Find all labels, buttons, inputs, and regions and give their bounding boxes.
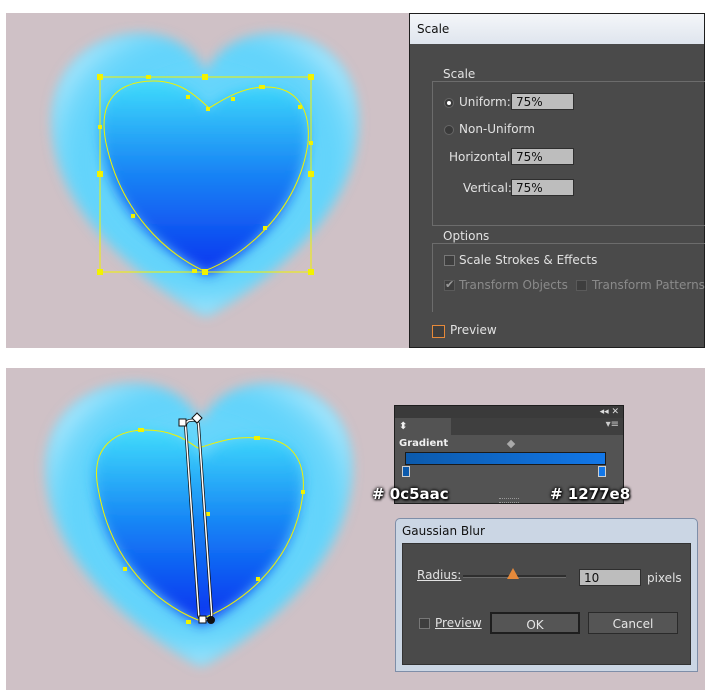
- gaussian-blur-body: Radius: 10 pixels Preview OK Cancel: [402, 543, 691, 665]
- scale-dialog: Scale Scale Uniform: 75% Non-Uniform Hor…: [409, 13, 705, 348]
- uniform-radio[interactable]: [444, 98, 454, 108]
- end-color-label: # 1277e8: [550, 485, 631, 503]
- scale-group-label: Scale: [439, 67, 480, 81]
- panel-tabbar: ▾≡: [451, 418, 623, 435]
- radius-slider-thumb[interactable]: [507, 568, 519, 579]
- transform-patterns-label: Transform Patterns: [592, 278, 705, 292]
- gaussian-blur-title: Gaussian Blur: [402, 524, 485, 538]
- ok-button[interactable]: OK: [490, 612, 580, 634]
- vertical-label: Vertical:: [463, 181, 512, 195]
- scale-strokes-label: Scale Strokes & Effects: [459, 253, 598, 267]
- options-group-label: Options: [439, 229, 494, 243]
- radius-unit: pixels: [647, 571, 682, 585]
- tab-gradient[interactable]: ⬍ Gradient: [395, 418, 456, 449]
- gradient-midpoint-diamond[interactable]: [506, 439, 516, 449]
- gaussian-blur-dialog: Gaussian Blur Radius: 10 pixels Preview …: [395, 518, 698, 672]
- gradient-tab-label: Gradient: [399, 438, 449, 449]
- panel-resize-grip[interactable]: [499, 498, 519, 503]
- gradient-slider-bar[interactable]: [405, 452, 606, 465]
- gradient-end-square: [198, 615, 207, 624]
- uniform-input[interactable]: 75%: [511, 93, 574, 110]
- non-uniform-label: Non-Uniform: [459, 122, 535, 136]
- preview-checkbox[interactable]: [432, 325, 445, 338]
- panel-controls[interactable]: ◂◂ ✕: [395, 406, 623, 418]
- radius-label: Radius:: [417, 568, 462, 582]
- blur-preview-label: Preview: [435, 616, 482, 630]
- uniform-label: Uniform:: [459, 95, 511, 109]
- transform-patterns-checkbox[interactable]: [576, 280, 587, 291]
- vertical-input[interactable]: 75%: [511, 179, 574, 196]
- panel-menu-icon[interactable]: ▾≡: [606, 419, 619, 430]
- non-uniform-radio[interactable]: [444, 125, 454, 135]
- radius-input[interactable]: 10: [579, 569, 641, 586]
- horizontal-label: Horizontal:: [449, 150, 515, 164]
- transform-objects-checkbox[interactable]: [444, 278, 455, 291]
- gradient-stop-end[interactable]: [598, 466, 606, 477]
- scale-dialog-title: Scale: [410, 14, 704, 44]
- gradient-origin-handle: [178, 418, 187, 427]
- cancel-button[interactable]: Cancel: [588, 612, 678, 634]
- preview-label: Preview: [450, 323, 497, 337]
- scale-strokes-checkbox[interactable]: [444, 255, 455, 266]
- transform-objects-label: Transform Objects: [459, 278, 568, 292]
- horizontal-input[interactable]: 75%: [511, 148, 574, 165]
- blur-preview-checkbox[interactable]: [419, 618, 430, 629]
- gradient-end-point: [207, 616, 215, 624]
- start-color-label: # 0c5aac: [372, 485, 449, 503]
- gradient-stop-start[interactable]: [402, 466, 410, 477]
